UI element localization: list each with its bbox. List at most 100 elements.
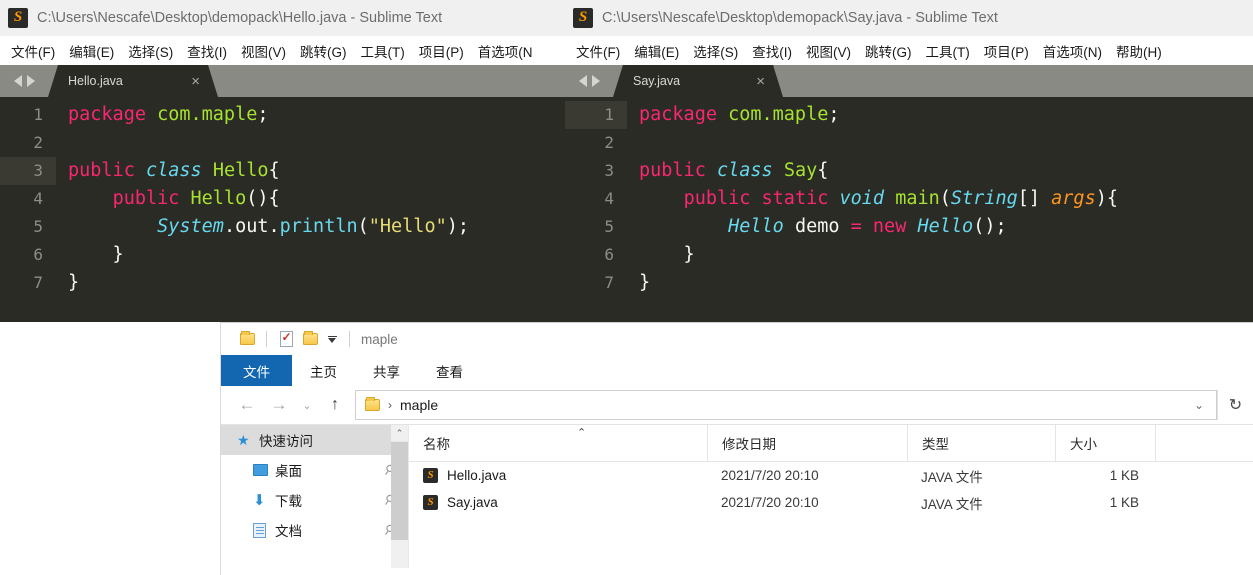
cell-type: JAVA 文件 [921,496,983,512]
cell-date: 2021/7/20 20:10 [721,468,819,483]
token: com.maple [728,104,829,125]
editor-say-java[interactable]: 1 package com.maple; 2 3 public class Say{4 … [565,97,1253,322]
menu-item-8[interactable]: 首选项(N [471,38,540,64]
editor-hello-java[interactable]: 1 package com.maple; 2 3 public class Hello{… [0,97,565,322]
menu-item-5[interactable]: 跳转(G) [293,38,354,64]
column-header-type[interactable]: 类型 [907,424,1055,462]
chevron-up-icon[interactable]: ⌃ [391,425,408,442]
ribbon-tab-3[interactable]: 查看 [418,355,481,386]
line-number: 5 [33,217,43,236]
menu-item-7[interactable]: 项目(P) [977,38,1036,64]
column-header-size[interactable]: 大小 [1055,424,1155,462]
menu-item-9[interactable]: 帮助(H) [1109,38,1169,64]
folder-icon [365,397,380,411]
cell-name[interactable]: S Hello.java [409,468,707,483]
column-header-date[interactable]: 修改日期 [707,424,907,462]
breadcrumb-maple[interactable]: maple [400,397,438,413]
new-folder-icon[interactable] [298,327,322,351]
code-line[interactable]: 3 public class Say{ [565,157,1253,185]
nav-item-3[interactable]: 文档 ⚲ [221,515,408,545]
nav-item-0[interactable]: ★ 快速访问 [221,425,408,455]
code-line[interactable]: 6 } [565,241,1253,269]
line-number: 6 [33,245,43,264]
code-line[interactable]: 1 package com.maple; [565,101,1253,129]
menu-item-3[interactable]: 查找(I) [180,38,234,64]
code-line[interactable]: 6 } [0,241,565,269]
menu-item-6[interactable]: 工具(T) [354,38,412,64]
menu-item-3[interactable]: 查找(I) [745,38,799,64]
refresh-icon[interactable]: ↻ [1217,390,1253,420]
arrow-left-icon[interactable] [578,75,587,87]
code-line[interactable]: 7} [565,269,1253,297]
sublime-text-icon: S [573,7,593,28]
arrow-right-icon[interactable] [26,75,35,87]
menu-item-5[interactable]: 跳转(G) [858,38,919,64]
menubar-left[interactable]: 文件(F) 编辑(E) 选择(S) 查找(I) 视图(V) 跳转(G) 工具(T) 项目(P)… [0,36,565,65]
token: Hello [190,188,247,209]
cell-name[interactable]: S Say.java [409,495,707,510]
menu-item-0[interactable]: 文件(F) [4,38,62,64]
line-number: 1 [565,101,627,129]
arrow-right-icon[interactable] [591,75,600,87]
code-line[interactable]: 5 System.out.println("Hello"); [0,213,565,241]
close-icon[interactable]: × [191,74,200,89]
code-line[interactable]: 3 public class Hello{ [0,157,565,185]
table-row[interactable]: S Say.java 2021/7/20 20:10 JAVA 文件 1 KB [409,489,1253,516]
token: println [279,216,358,237]
code-line[interactable]: 5 Hello demo = new Hello(); [565,213,1253,241]
token: com.maple [157,104,258,125]
file-explorer-window: maple 文件主页共享查看 ← → ⌄ ↑ › maple ⌄ ↻ ★ 快速访问… [220,322,1253,575]
titlebar-left[interactable]: S C:\Users\Nescafe\Desktop\demopack\Hell… [0,0,565,36]
menu-item-1[interactable]: 编辑(E) [627,38,686,64]
menu-item-7[interactable]: 项目(P) [412,38,471,64]
properties-icon[interactable] [274,327,298,351]
chevron-down-icon[interactable] [322,335,342,343]
back-arrow-icon[interactable]: ← [231,389,263,421]
recent-locations-icon[interactable]: ⌄ [295,389,319,421]
ribbon-tab-2[interactable]: 共享 [355,355,418,386]
tab-nav-arrows-right[interactable] [565,65,613,97]
arrow-left-icon[interactable] [13,75,22,87]
tab-nav-arrows-left[interactable] [0,65,48,97]
menu-item-0[interactable]: 文件(F) [569,38,627,64]
menu-item-4[interactable]: 视图(V) [234,38,293,64]
menu-item-2[interactable]: 选择(S) [121,38,180,64]
window-title-left: C:\Users\Nescafe\Desktop\demopack\Hello.… [37,9,443,26]
menu-item-2[interactable]: 选择(S) [686,38,745,64]
code-line[interactable]: 1 package com.maple; [0,101,565,129]
column-header-name[interactable]: 名称 ⌃ [409,425,707,462]
scrollbar-thumb[interactable] [391,442,408,540]
token: public [639,160,706,181]
address-input[interactable]: › maple ⌄ [355,390,1217,420]
folder-icon[interactable] [235,327,259,351]
token: = [850,216,862,237]
forward-arrow-icon[interactable]: → [263,389,295,421]
tab-hello-java[interactable]: Hello.java × [48,65,218,97]
code-line[interactable]: 2 [565,129,1253,157]
nav-item-1[interactable]: 桌面 ⚲ [221,455,408,485]
up-arrow-icon[interactable]: ↑ [319,389,351,421]
ribbon-tab-1[interactable]: 主页 [292,355,355,386]
line-number: 2 [33,133,43,152]
close-icon[interactable]: × [756,74,765,89]
menubar-right[interactable]: 文件(F) 编辑(E) 选择(S) 查找(I) 视图(V) 跳转(G) 工具(T) 项目(P)… [565,36,1253,65]
code-line[interactable]: 7} [0,269,565,297]
code-line[interactable]: 2 [0,129,565,157]
nav-item-2[interactable]: ⬇ 下载 ⚲ [221,485,408,515]
menu-item-6[interactable]: 工具(T) [919,38,977,64]
nav-scrollbar[interactable]: ⌃ [391,425,408,568]
menu-item-1[interactable]: 编辑(E) [62,38,121,64]
code-line[interactable]: 4 public Hello(){ [0,185,565,213]
sublime-text-icon: S [8,7,28,28]
chevron-down-icon[interactable]: ⌄ [1182,398,1216,412]
titlebar-right[interactable]: S C:\Users\Nescafe\Desktop\demopack\Say.… [565,0,1253,36]
ribbon-tab-0[interactable]: 文件 [221,355,292,386]
table-row[interactable]: S Hello.java 2021/7/20 20:10 JAVA 文件 1 KB [409,462,1253,489]
menu-item-4[interactable]: 视图(V) [799,38,858,64]
line-number: 7 [33,273,43,292]
menu-item-8[interactable]: 首选项(N) [1036,38,1109,64]
tab-say-java[interactable]: Say.java × [613,65,783,97]
code-line[interactable]: 4 public static void main(String[] args)… [565,185,1253,213]
